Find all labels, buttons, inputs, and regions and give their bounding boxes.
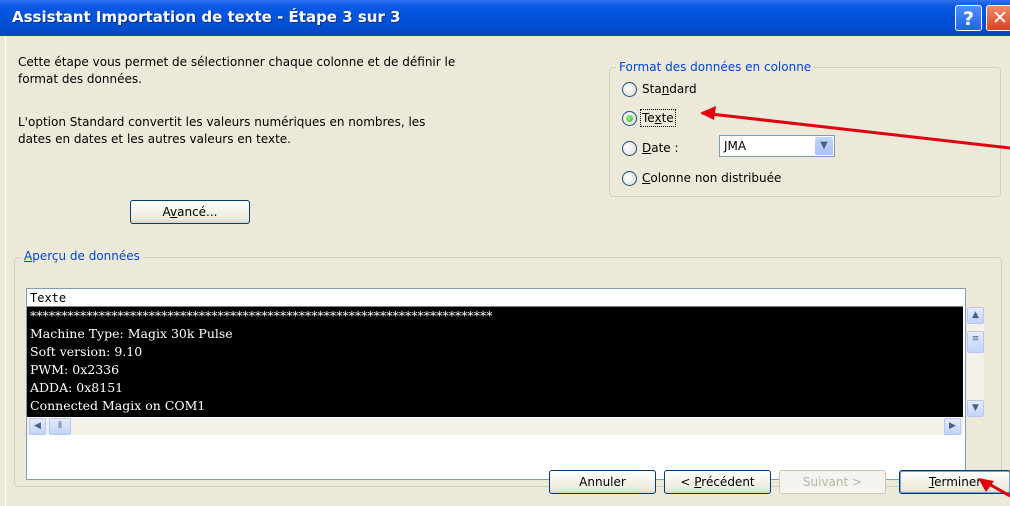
annotation-arrow-line	[701, 111, 1010, 150]
annotation-arrows	[700, 106, 1010, 498]
text-import-wizard-dialog: Assistant Importation de texte - Étape 3…	[0, 0, 1010, 506]
annotation-arrowhead-icon	[700, 106, 716, 120]
